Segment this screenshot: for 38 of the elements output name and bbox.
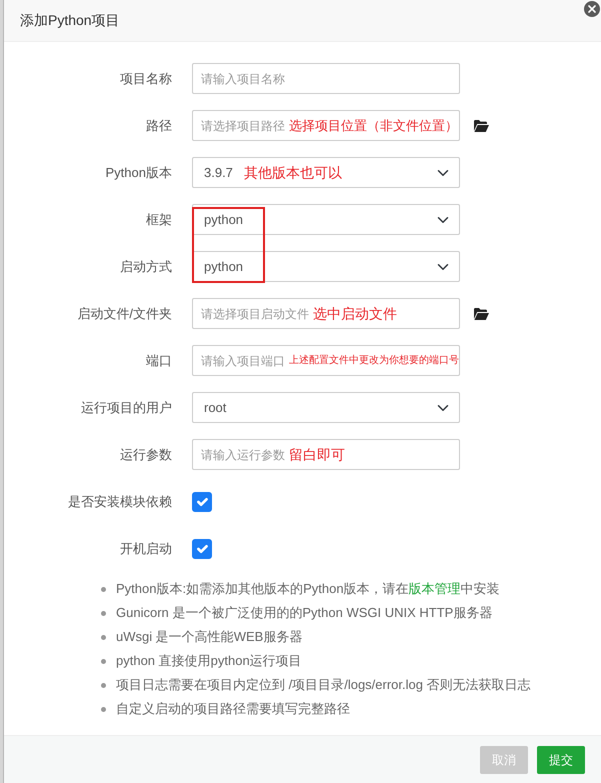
bullet-icon (101, 586, 106, 592)
field-label: 启动文件/文件夹 (76, 304, 172, 323)
checkbox[interactable] (192, 492, 212, 512)
field-label: 启动方式 (119, 258, 172, 276)
bullet-icon (101, 682, 106, 688)
annotation-note: 选中启动文件 (313, 305, 397, 322)
field-label: 是否安装模块依赖 (67, 492, 172, 511)
tip-text: Gunicorn 是一个被广泛使用的的Python WSGI UNIX HTTP服务器 (116, 604, 492, 622)
field-label: 路径 (145, 116, 172, 135)
dialog-title: 添加Python项目 (20, 11, 120, 30)
bullet-icon (101, 610, 106, 616)
bullet-icon (101, 706, 106, 712)
tip-text: python 直接使用python运行项目 (116, 652, 302, 670)
annotation-note: 上述配置文件中更改为你想要的端口号 (289, 354, 459, 366)
tip-text: 自定义启动的项目路径需要填写完整路径 (116, 700, 350, 718)
folder-icon[interactable] (474, 308, 489, 320)
tip-text: uWsgi 是一个高性能WEB服务器 (116, 628, 302, 646)
annotation-note: 其他版本也可以 (244, 164, 342, 181)
field-label: 端口 (145, 352, 172, 370)
checkbox[interactable] (192, 538, 212, 558)
dropdown[interactable]: root (192, 392, 460, 423)
field-label: Python版本 (104, 164, 172, 182)
annotation-note: 选择项目位置（非文件位置） (289, 118, 458, 134)
field-label: 运行项目的用户 (80, 398, 172, 417)
annotation-note: 留白即可 (289, 446, 345, 463)
input-field[interactable]: 请输入项目名称 (192, 63, 460, 94)
bullet-icon (101, 658, 106, 664)
close-icon[interactable] (584, 1, 600, 17)
tip-text: 项目日志需要在项目内定位到 /项目目录/logs/error.log 否则无法获取日志 (116, 676, 531, 694)
tip-text: Python版本:如需添加其他版本的Python版本，请在版本管理中安装 (116, 580, 500, 598)
folder-icon[interactable] (474, 120, 489, 132)
field-label: 框架 (145, 210, 172, 229)
dropdown[interactable]: python (192, 204, 460, 235)
bullet-icon (101, 634, 106, 640)
field-label: 项目名称 (119, 70, 172, 88)
field-label: 运行参数 (119, 446, 172, 464)
dropdown[interactable]: python (192, 251, 460, 282)
field-label: 开机启动 (119, 540, 172, 558)
